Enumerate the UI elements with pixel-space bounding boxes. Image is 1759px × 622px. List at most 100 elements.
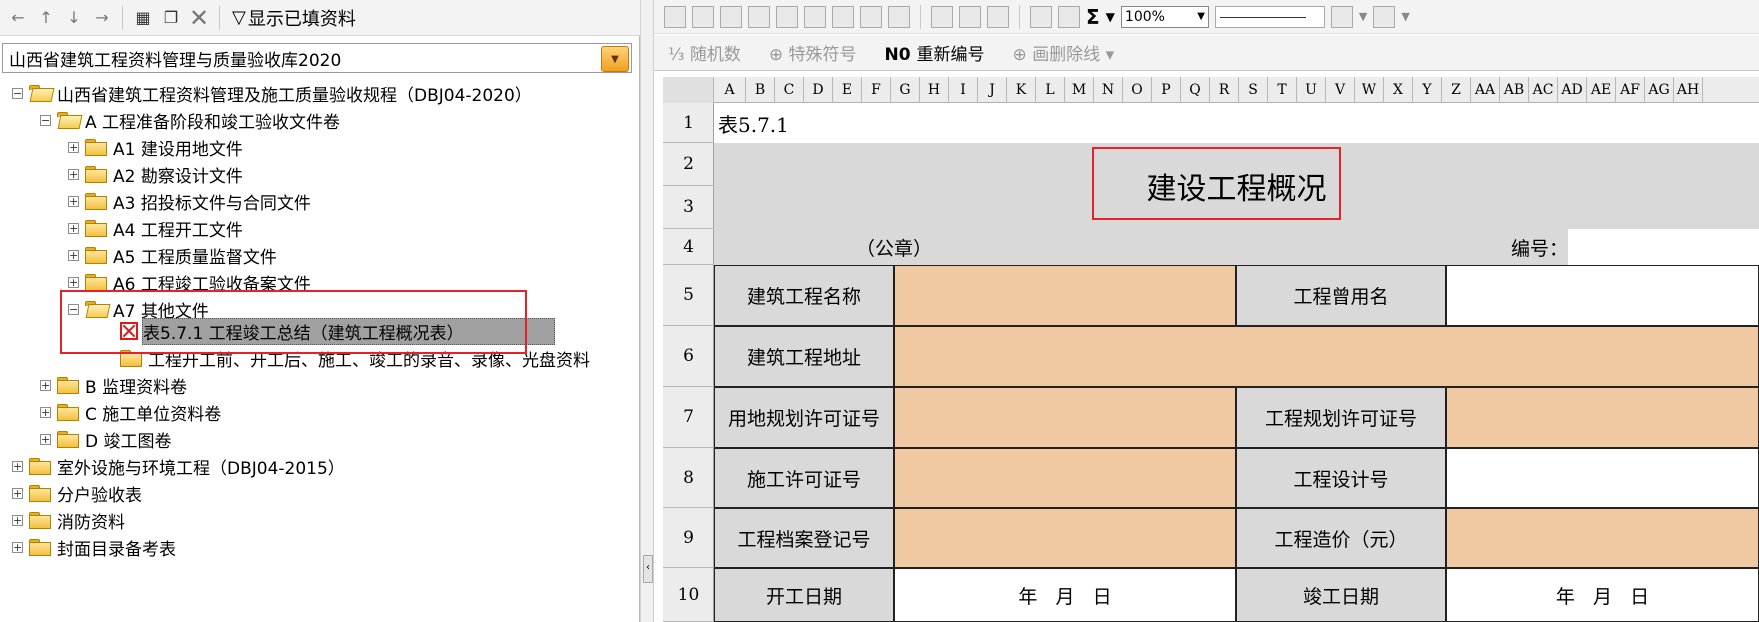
cell-name-label[interactable]: 建筑工程名称 (714, 265, 894, 326)
fill-icon[interactable] (860, 5, 882, 28)
expand-icon[interactable]: + (68, 195, 79, 207)
column-header-af[interactable]: AF (1616, 77, 1645, 103)
line-style-select[interactable] (1214, 5, 1325, 28)
panel-splitter[interactable]: ‹ (640, 0, 654, 622)
border-color-icon[interactable] (1373, 5, 1396, 28)
cell-cost-label[interactable]: 工程造价（元） (1236, 508, 1446, 568)
tree-node-root-2020[interactable]: − 山西省建筑工程资料管理及施工质量验收规程（DBJ04-2020） (12, 80, 532, 106)
column-header-f[interactable]: F (862, 77, 891, 103)
up-arrow-icon[interactable]: ↑ (34, 5, 58, 31)
chevron-down-icon[interactable]: ▼ (1106, 10, 1115, 24)
column-header-ad[interactable]: AD (1558, 77, 1587, 103)
expand-icon[interactable]: + (40, 406, 51, 418)
image-icon[interactable] (1030, 5, 1052, 28)
column-header-p[interactable]: P (1152, 77, 1181, 103)
expand-icon[interactable]: + (12, 460, 23, 472)
cell-planning-permit-label[interactable]: 工程规划许可证号 (1236, 387, 1446, 448)
tree-node-a1[interactable]: + A1 建设用地文件 (68, 134, 243, 160)
tree-node-d[interactable]: + D 竣工图卷 (40, 426, 172, 452)
cell-land-permit-value[interactable] (894, 387, 1236, 448)
merge-cells-icon[interactable] (692, 5, 714, 28)
row-header-2[interactable]: 2 (663, 143, 714, 186)
cell-address-label[interactable]: 建筑工程地址 (714, 326, 894, 387)
strikethrough-button[interactable]: ⊕ 画删除线 ▾ (1013, 40, 1115, 65)
indent-icon[interactable] (959, 5, 981, 28)
column-header-t[interactable]: T (1268, 77, 1297, 103)
lock-icon[interactable] (888, 5, 910, 28)
column-header-ah[interactable]: AH (1674, 77, 1703, 103)
column-header-l[interactable]: L (1036, 77, 1065, 103)
cell-archive-no-label[interactable]: 工程档案登记号 (714, 508, 894, 568)
cell-number-label[interactable]: 编号： (1480, 229, 1568, 265)
column-header-g[interactable]: G (891, 77, 920, 103)
tree-node-fire[interactable]: + 消防资料 (12, 507, 125, 533)
column-header-ag[interactable]: AG (1645, 77, 1674, 103)
row-header-4[interactable]: 4 (663, 229, 714, 265)
row-header-6[interactable]: 6 (663, 326, 714, 387)
column-header-ab[interactable]: AB (1500, 77, 1529, 103)
column-header-s[interactable]: S (1239, 77, 1268, 103)
cell-design-no-label[interactable]: 工程设计号 (1236, 448, 1446, 508)
tree-node-a4[interactable]: + A4 工程开工文件 (68, 215, 243, 241)
column-header-m[interactable]: M (1065, 77, 1094, 103)
expand-icon[interactable]: + (68, 276, 79, 288)
tree-node-b[interactable]: + B 监理资料卷 (40, 372, 187, 398)
column-header-k[interactable]: K (1007, 77, 1036, 103)
new-document-icon[interactable]: ▦ (131, 5, 155, 31)
select-all-corner[interactable] (663, 77, 714, 103)
special-symbol-button[interactable]: ⊕ 特殊符号 (769, 40, 857, 65)
collapse-icon[interactable]: − (12, 87, 23, 99)
expand-icon[interactable]: + (68, 168, 79, 180)
zoom-select[interactable]: 100% (1120, 5, 1209, 28)
down-arrow-icon[interactable]: ↓ (62, 5, 86, 31)
column-header-w[interactable]: W (1355, 77, 1384, 103)
row-header-3[interactable]: 3 (663, 186, 714, 229)
column-header-r[interactable]: R (1210, 77, 1239, 103)
column-header-o[interactable]: O (1123, 77, 1152, 103)
expand-icon[interactable]: + (40, 433, 51, 445)
cell-used-name-label[interactable]: 工程曾用名 (1236, 265, 1446, 326)
cell-completion-date-label[interactable]: 竣工日期 (1236, 568, 1446, 622)
tree-node-a3[interactable]: + A3 招投标文件与合同文件 (68, 188, 311, 214)
column-header-h[interactable]: H (920, 77, 949, 103)
chevron-down-icon[interactable]: ▼ (1359, 10, 1367, 23)
row-header-1[interactable]: 1 (663, 103, 714, 143)
cell-number-value[interactable] (1568, 229, 1759, 265)
column-header-z[interactable]: Z (1442, 77, 1471, 103)
column-header-q[interactable]: Q (1181, 77, 1210, 103)
cell-start-date-label[interactable]: 开工日期 (714, 568, 894, 622)
cell-cost-value[interactable] (1446, 508, 1759, 568)
paint-icon[interactable] (987, 5, 1009, 28)
column-header-d[interactable]: D (804, 77, 833, 103)
column-header-ac[interactable]: AC (1529, 77, 1558, 103)
cell-completion-date-value[interactable]: 年 月 日 (1446, 568, 1759, 622)
row-header-8[interactable]: 8 (663, 448, 714, 508)
cell-planning-permit-value[interactable] (1446, 387, 1759, 448)
library-select[interactable]: 山西省建筑工程资料管理与质量验收库2020 ▼ (2, 43, 632, 73)
forward-arrow-icon[interactable]: → (90, 5, 114, 31)
cell-name-value[interactable] (894, 265, 1236, 326)
cell-archive-no-value[interactable] (894, 508, 1236, 568)
cell-construction-permit-label[interactable]: 施工许可证号 (714, 448, 894, 508)
insert-row-icon[interactable] (720, 5, 742, 28)
copy-icon[interactable]: ❐ (159, 5, 183, 31)
chevron-down-icon[interactable]: ▼ (1401, 10, 1409, 23)
split-cell-icon[interactable] (804, 5, 826, 28)
column-header-u[interactable]: U (1297, 77, 1326, 103)
column-header-b[interactable]: B (746, 77, 775, 103)
renumber-button[interactable]: N0 重新编号 (885, 40, 985, 65)
row-header-9[interactable]: 9 (663, 508, 714, 568)
collapse-left-icon[interactable]: ‹ (643, 555, 653, 583)
expand-icon[interactable]: + (12, 514, 23, 526)
row-header-7[interactable]: 7 (663, 387, 714, 448)
column-header-y[interactable]: Y (1413, 77, 1442, 103)
column-header-e[interactable]: E (833, 77, 862, 103)
column-header-c[interactable]: C (775, 77, 804, 103)
border-style-icon[interactable] (1330, 5, 1353, 28)
delete-icon[interactable]: ✕ (187, 4, 211, 32)
sum-icon[interactable]: Σ (1086, 5, 1100, 29)
random-number-button[interactable]: ⅓ 随机数 (668, 40, 741, 65)
cell-start-date-value[interactable]: 年 月 日 (894, 568, 1236, 622)
delete-column-icon[interactable] (776, 5, 798, 28)
line-spacing-icon[interactable] (931, 5, 953, 28)
